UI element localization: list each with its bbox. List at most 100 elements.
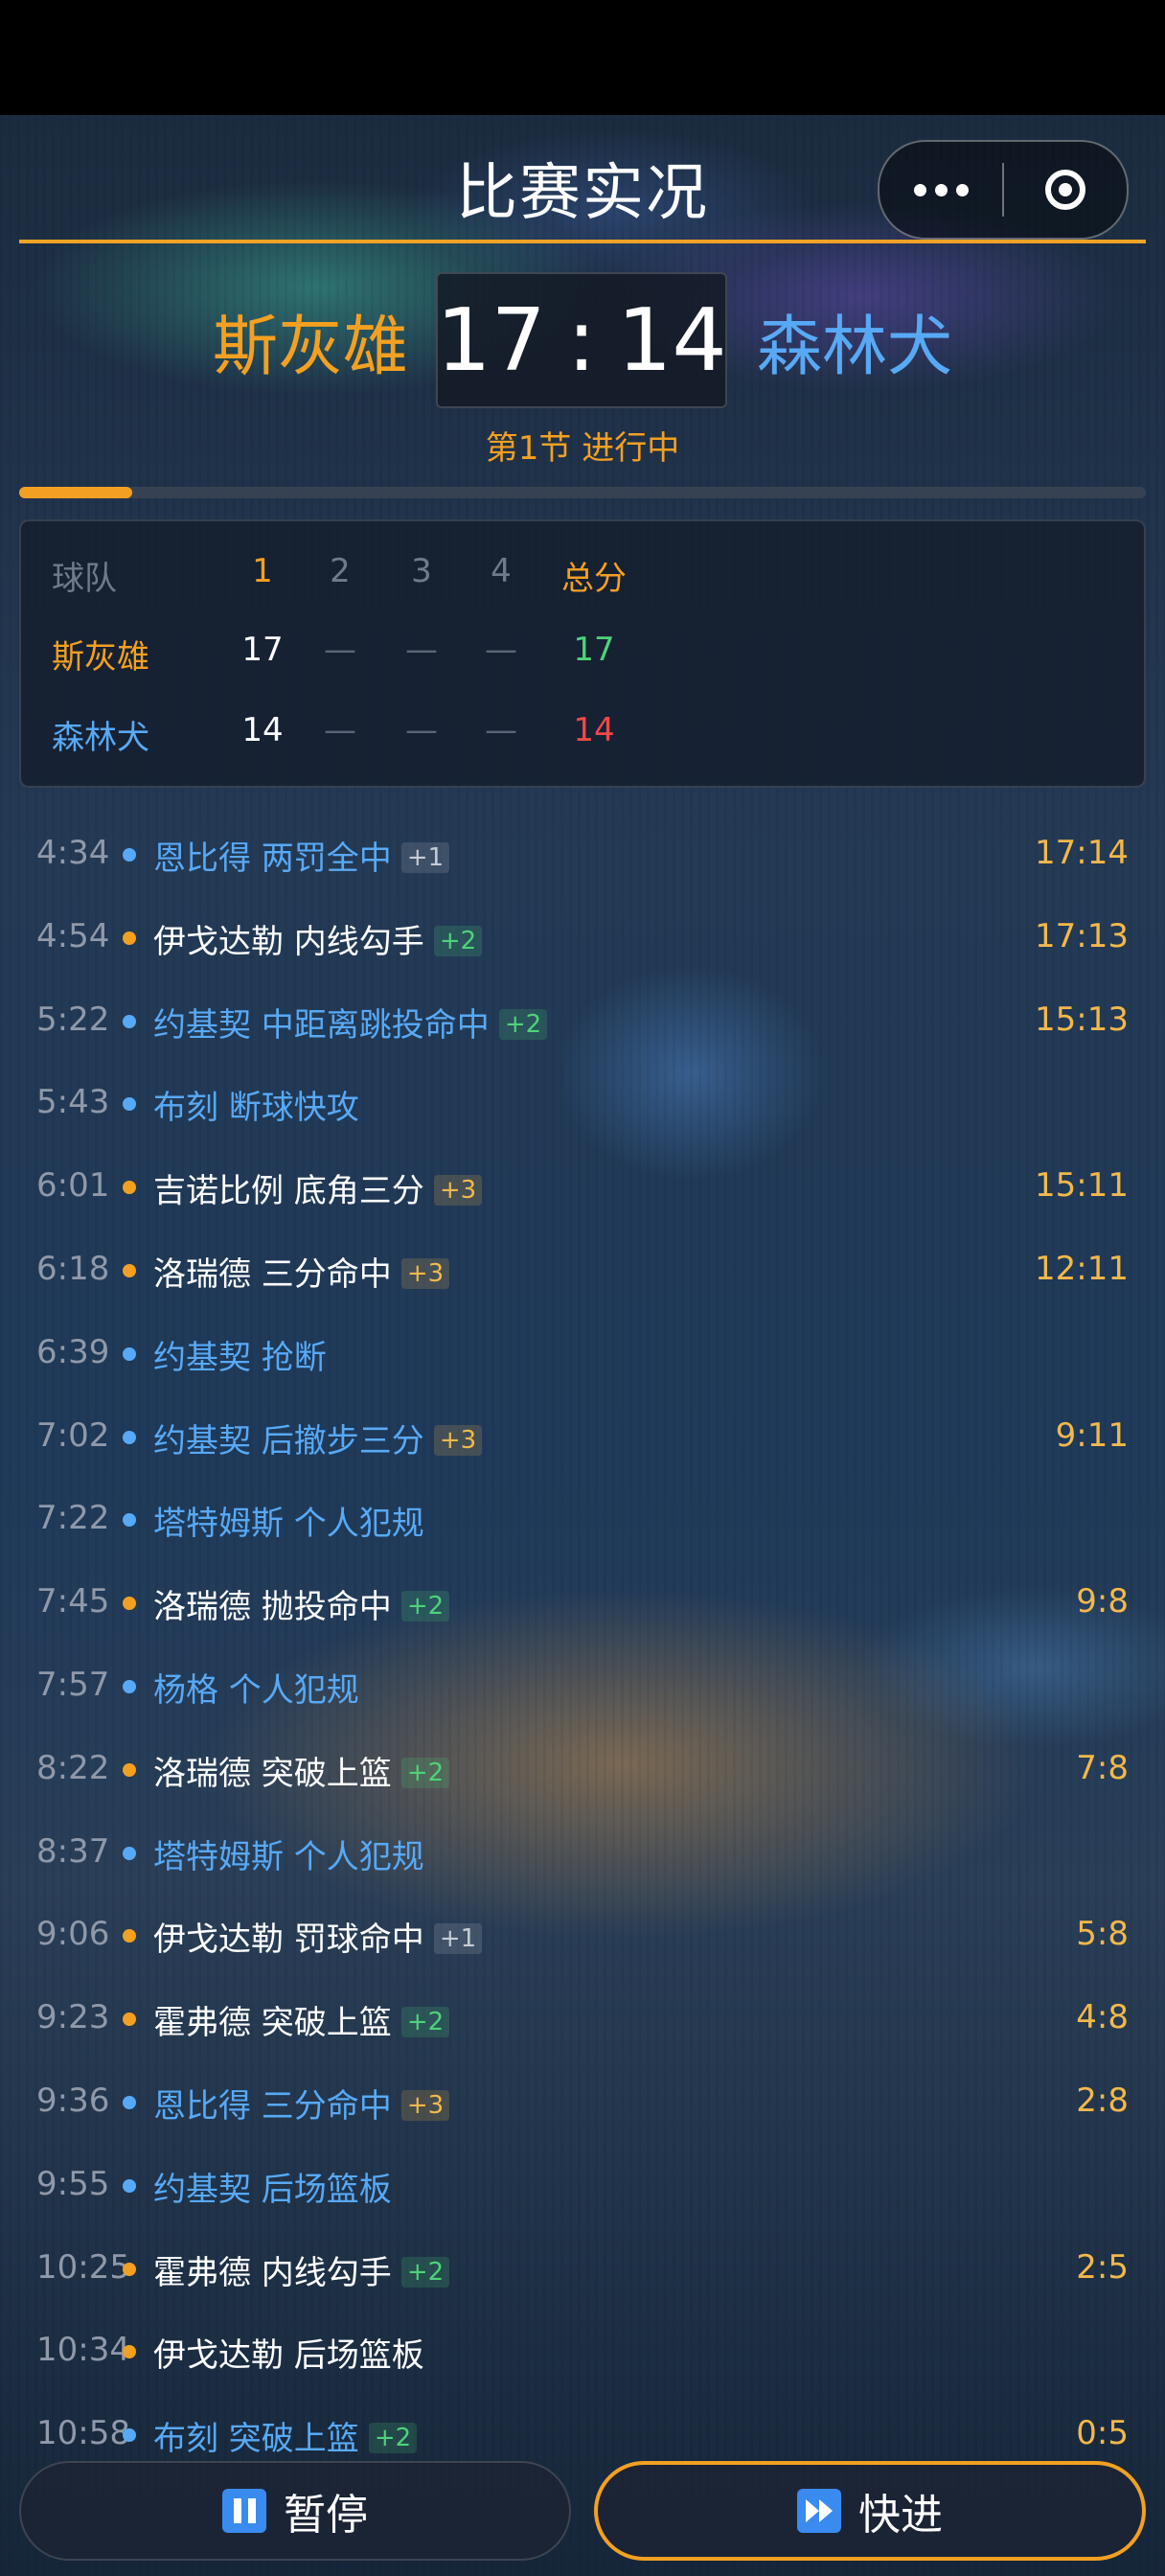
event-row: 8:37 塔特姆斯 个人犯规 [0, 1811, 1165, 1894]
event-row: 7:57 杨格 个人犯规 [0, 1644, 1165, 1727]
event-running-score: 15:13 [1035, 1000, 1129, 1039]
event-description-wrap: 吉诺比例 底角三分 +3 [153, 1164, 483, 1211]
event-text: 约基契 抢断 [153, 1338, 327, 1377]
row-q2: — [324, 711, 356, 749]
event-row: 6:39 约基契 抢断 [0, 1312, 1165, 1394]
team-dot-icon [123, 1264, 136, 1277]
table-row-home: 斯灰雄 17 — — — 17 [21, 621, 1148, 678]
event-row: 7:22 塔特姆斯 个人犯规 [0, 1478, 1165, 1560]
points-badge: +1 [433, 1923, 483, 1955]
event-row: 5:43 布刻 断球快攻 [0, 1062, 1165, 1144]
event-text: 霍弗德 内线勾手 [153, 2253, 392, 2292]
status-bar [0, 0, 1165, 115]
team-dot-icon [123, 1430, 136, 1444]
header-divider [19, 240, 1146, 243]
event-description-wrap: 约基契 中距离跳投命中 +2 [153, 999, 548, 1046]
event-text: 洛瑞德 突破上篮 [153, 1754, 392, 1793]
event-description-wrap: 约基契 抢断 [153, 1331, 327, 1378]
pause-button[interactable]: 暂停 [19, 2461, 571, 2561]
event-description-wrap: 塔特姆斯 个人犯规 [153, 1497, 424, 1544]
event-description-wrap: 恩比得 三分命中 +3 [153, 2080, 450, 2127]
event-time: 6:39 [36, 1332, 110, 1371]
team-dot-icon [123, 1014, 136, 1028]
event-text: 伊戈达勒 后场篮板 [153, 2336, 424, 2376]
event-text: 洛瑞德 三分命中 [153, 1255, 392, 1294]
header-q2: 2 [330, 552, 351, 590]
points-badge: +2 [433, 925, 483, 956]
points-badge: +2 [400, 2256, 450, 2288]
team-dot-icon [123, 848, 136, 862]
team-dot-icon [123, 1762, 136, 1777]
event-running-score: 9:8 [1076, 1582, 1129, 1622]
event-running-score: 17:14 [1035, 834, 1129, 872]
team-dot-icon [123, 2262, 136, 2276]
event-text: 约基契 后场篮板 [153, 2170, 392, 2209]
event-text: 吉诺比例 底角三分 [153, 1172, 424, 1211]
event-row: 4:34 恩比得 两罚全中 +1 17:14 [0, 813, 1165, 895]
event-row: 10:25 霍弗德 内线勾手 +2 2:5 [0, 2227, 1165, 2310]
team-dot-icon [123, 931, 136, 945]
score-box: 17 : 14 [436, 272, 727, 408]
event-text: 伊戈达勒 内线勾手 [153, 922, 424, 961]
team-dot-icon [123, 2345, 136, 2359]
fast-forward-button[interactable]: 快进 [594, 2461, 1146, 2561]
points-badge: +1 [400, 842, 450, 873]
event-running-score: 0:5 [1076, 2414, 1129, 2453]
event-running-score: 12:11 [1035, 1250, 1129, 1288]
event-description-wrap: 伊戈达勒 后场篮板 [153, 2329, 424, 2376]
team-dot-icon [123, 1597, 136, 1611]
event-time: 7:57 [36, 1666, 110, 1704]
team-dot-icon [123, 2178, 136, 2193]
points-badge: +2 [498, 1008, 548, 1040]
header-total: 总分 [561, 560, 627, 598]
event-time: 10:25 [36, 2247, 130, 2287]
event-text: 塔特姆斯 个人犯规 [153, 1505, 424, 1544]
points-badge: +2 [368, 2423, 418, 2454]
event-description-wrap: 布刻 断球快攻 [153, 1081, 359, 1128]
home-score: 17 [436, 289, 546, 391]
points-badge: +3 [400, 1258, 450, 1289]
event-running-score: 5:8 [1076, 1915, 1129, 1954]
event-description-wrap: 霍弗德 内线勾手 +2 [153, 2246, 450, 2293]
row-q4: — [485, 631, 517, 669]
event-time: 10:34 [36, 2331, 130, 2370]
team-dot-icon [123, 1846, 136, 1860]
row-q3: — [405, 631, 438, 669]
quarter-score-table: 球队 1 2 3 4 总分 斯灰雄 17 — — — 17 森林犬 14 — —… [19, 519, 1146, 788]
row-team: 森林犬 [52, 719, 149, 757]
event-row: 10:34 伊戈达勒 后场篮板 [0, 2310, 1165, 2392]
event-text: 杨格 个人犯规 [153, 1671, 359, 1710]
event-row: 9:55 约基契 后场篮板 [0, 2144, 1165, 2226]
event-description-wrap: 杨格 个人犯规 [153, 1664, 359, 1711]
event-row: 4:54 伊戈达勒 内线勾手 +2 17:13 [0, 896, 1165, 978]
event-time: 4:34 [36, 834, 110, 872]
event-text: 霍弗德 突破上篮 [153, 2004, 392, 2043]
event-running-score: 2:8 [1076, 2082, 1129, 2120]
row-q2: — [324, 631, 356, 669]
event-time: 9:55 [36, 2164, 110, 2203]
more-dots-icon[interactable] [879, 142, 1002, 238]
event-description-wrap: 洛瑞德 突破上篮 +2 [153, 1747, 450, 1794]
event-time: 7:22 [36, 1499, 110, 1538]
event-time: 9:36 [36, 2082, 110, 2120]
row-total: 14 [573, 711, 615, 749]
capsule-close-button[interactable] [1004, 170, 1127, 210]
pause-label: 暂停 [284, 2491, 368, 2540]
event-running-score: 17:13 [1035, 916, 1129, 955]
team-dot-icon [123, 1680, 136, 1693]
event-row: 7:02 约基契 后撤步三分 +3 9:11 [0, 1395, 1165, 1478]
table-row-away: 森林犬 14 — — — 14 [21, 702, 1148, 759]
event-description-wrap: 布刻 突破上篮 +2 [153, 2412, 418, 2459]
event-description-wrap: 恩比得 两罚全中 +1 [153, 832, 450, 879]
row-team: 斯灰雄 [52, 638, 149, 677]
event-text: 约基契 后撤步三分 [153, 1421, 424, 1460]
event-time: 8:37 [36, 1831, 110, 1871]
event-time: 4:54 [36, 916, 110, 955]
event-description-wrap: 洛瑞德 三分命中 +3 [153, 1248, 450, 1295]
header-q4: 4 [491, 552, 512, 590]
points-badge: +3 [433, 1424, 483, 1456]
event-running-score: 2:5 [1076, 2247, 1129, 2287]
event-text: 恩比得 两罚全中 [153, 840, 392, 878]
row-q1: 14 [241, 711, 284, 749]
row-q4: — [485, 711, 517, 749]
